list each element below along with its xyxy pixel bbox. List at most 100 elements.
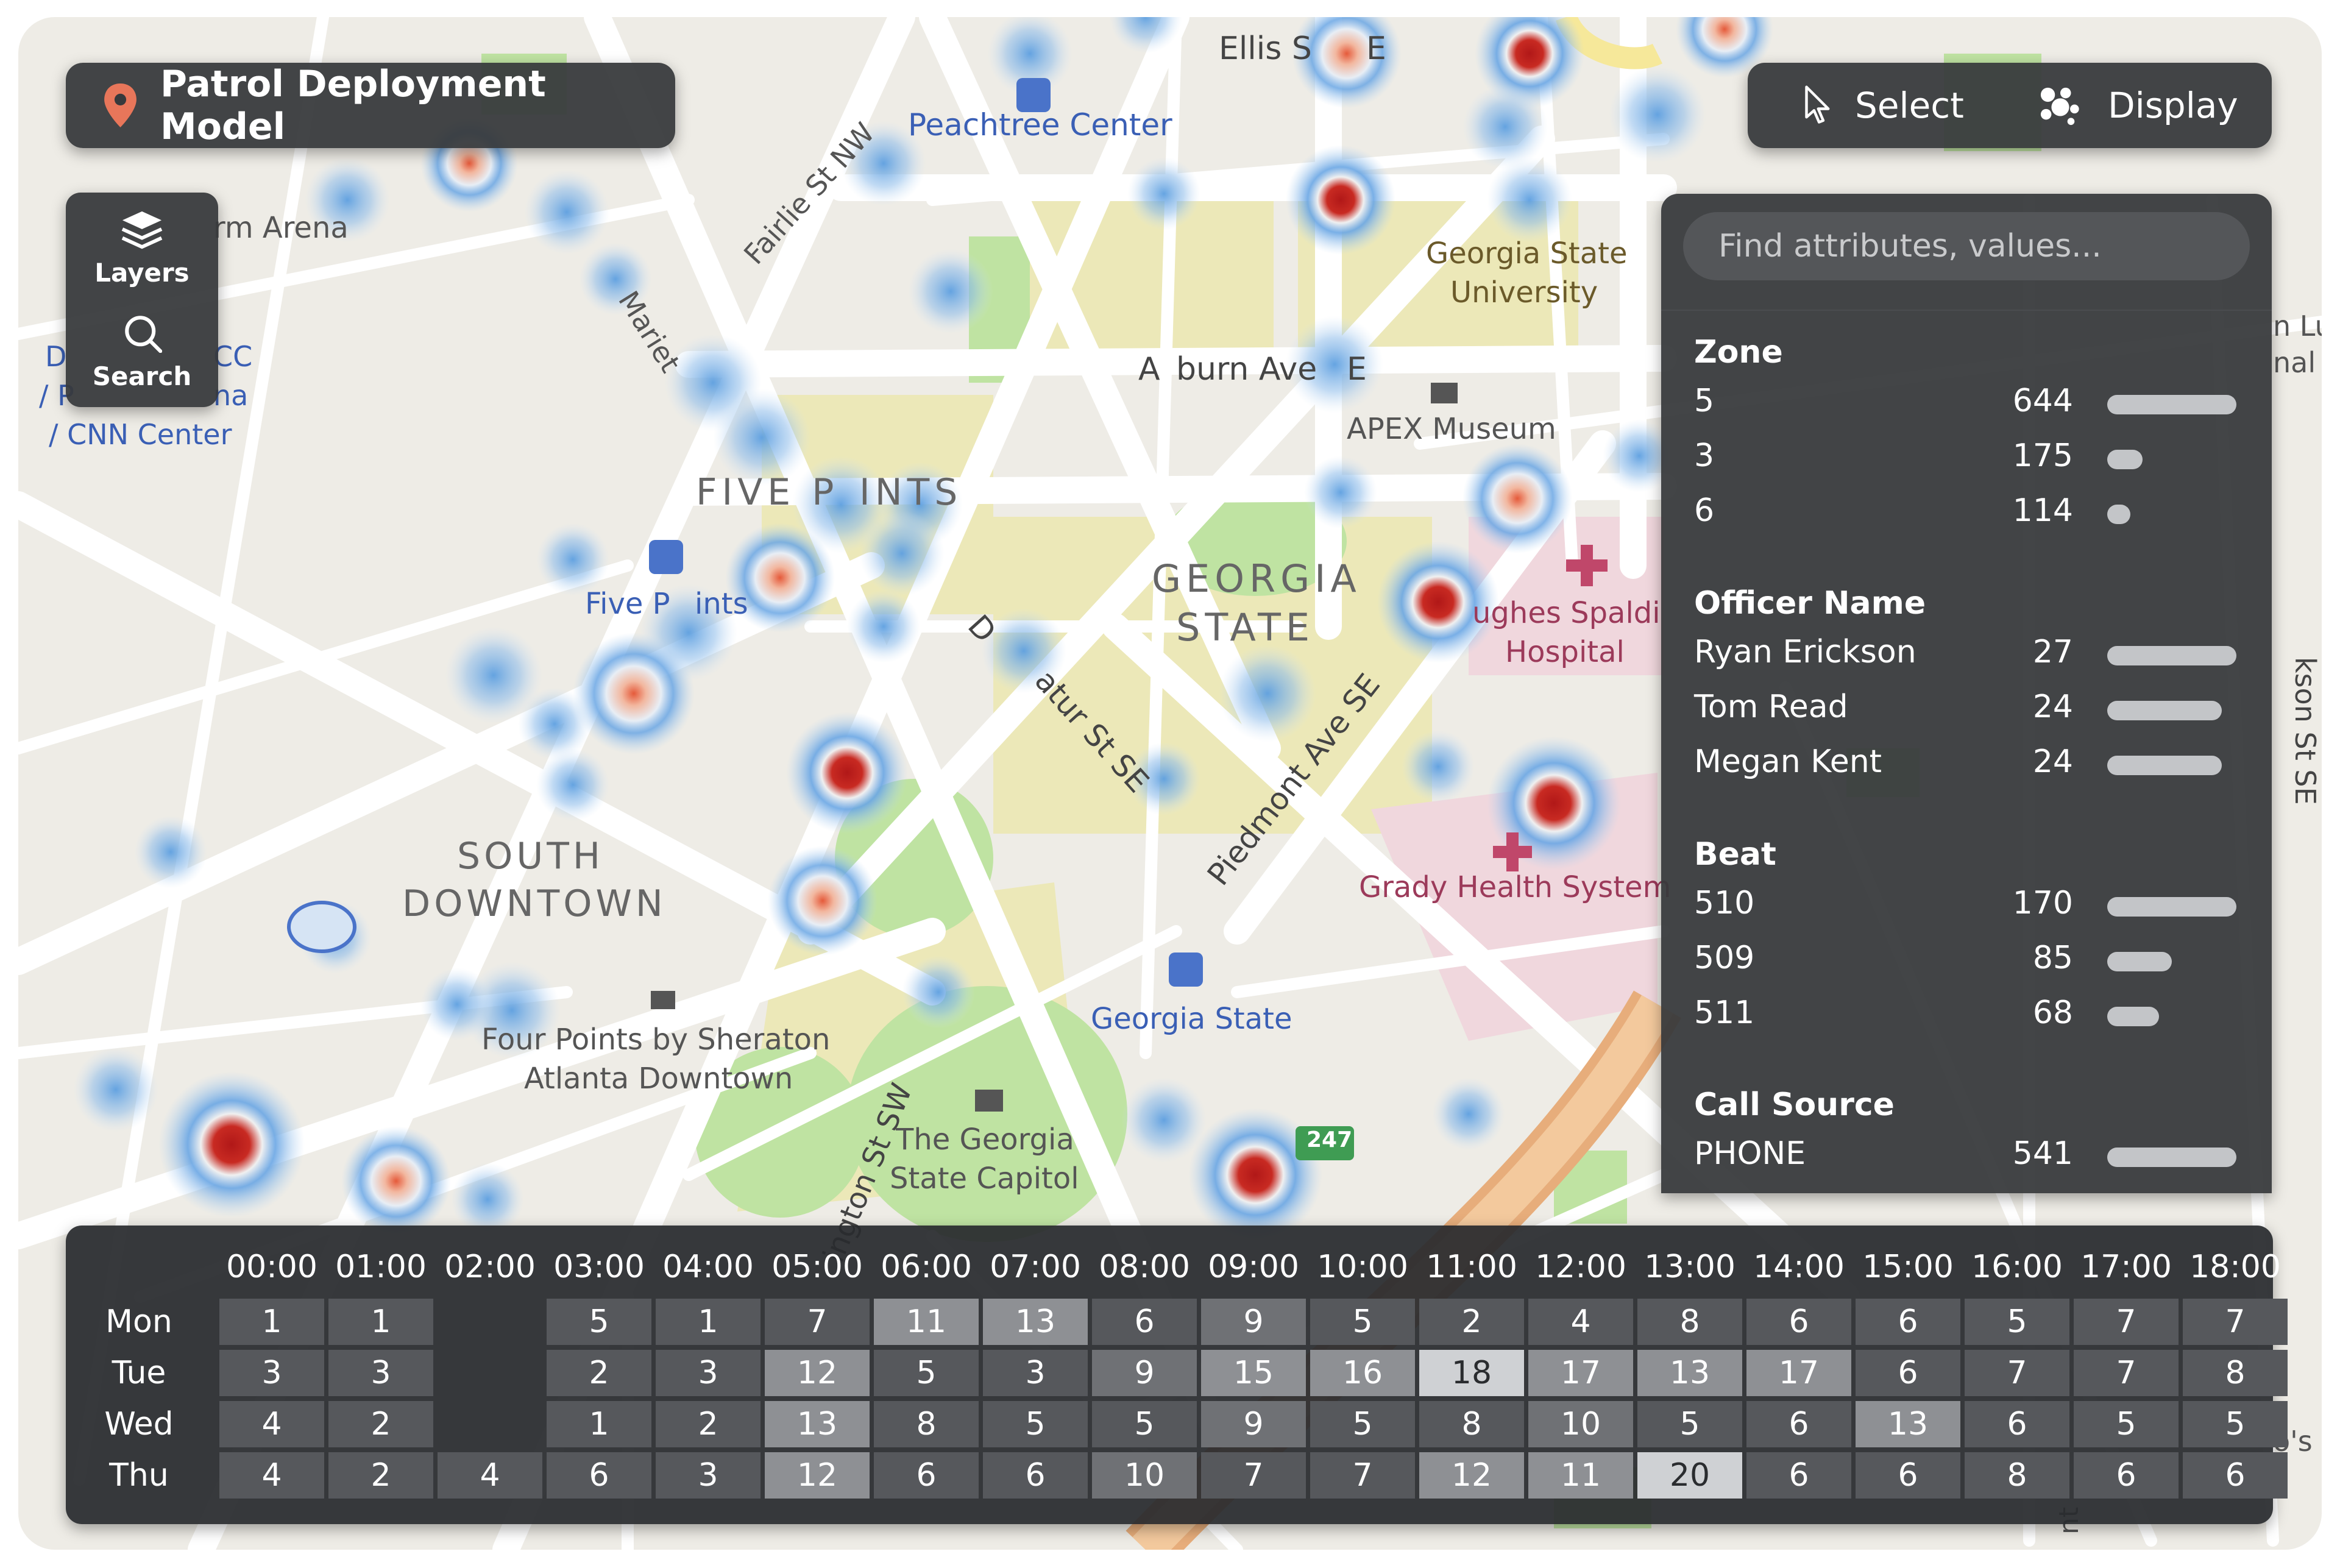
map-label-street: Ellis S <box>1219 30 1312 67</box>
heatmap-cell[interactable]: 6 <box>2183 1452 2288 1499</box>
heatmap-cell[interactable]: 9 <box>1201 1299 1306 1345</box>
attribute-value-row[interactable]: 5 644 <box>1694 383 2242 438</box>
heatmap-cell[interactable]: 6 <box>1965 1401 2069 1447</box>
hour-day-heatmap: 00:00 01:00 02:00 03:00 04:00 05:00 06:00 07:00… <box>66 1226 2288 1524</box>
heatmap-cell[interactable]: 9 <box>1092 1350 1197 1396</box>
heatmap-cell[interactable]: 11 <box>1528 1452 1633 1499</box>
select-button[interactable]: Select <box>1803 63 1964 148</box>
heatmap-cell[interactable]: 4 <box>1528 1299 1633 1345</box>
heatmap-cell[interactable]: 13 <box>983 1299 1088 1345</box>
heatmap-cell[interactable]: 12 <box>1419 1452 1524 1499</box>
heatmap-cell[interactable]: 12 <box>765 1350 870 1396</box>
heatmap-cell[interactable]: 11 <box>874 1299 979 1345</box>
heatmap-cell[interactable]: 3 <box>656 1452 760 1499</box>
heatmap-cell[interactable]: 1 <box>219 1299 324 1345</box>
heatmap-cell[interactable]: 3 <box>656 1350 760 1396</box>
heatmap-cell[interactable]: 7 <box>2074 1299 2179 1345</box>
attribute-value-row[interactable]: 511 68 <box>1694 995 2242 1049</box>
route-shield-label: 247 <box>1306 1127 1353 1152</box>
heatmap-cell[interactable]: 2 <box>656 1401 760 1447</box>
heatmap-cell[interactable]: 3 <box>219 1350 324 1396</box>
heatmap-hour-label: 18:00 <box>2189 1249 2281 1285</box>
heatmap-cell[interactable]: 5 <box>1310 1401 1415 1447</box>
heatmap-cell[interactable]: 6 <box>2074 1452 2179 1499</box>
heatmap-cell[interactable]: 7 <box>2183 1299 2288 1345</box>
heatmap-cell[interactable]: 6 <box>1746 1452 1851 1499</box>
heatmap-cell[interactable]: 7 <box>1310 1452 1415 1499</box>
heatmap-cell[interactable]: 8 <box>2183 1350 2288 1396</box>
attribute-value-row[interactable]: Ryan Erickson 27 <box>1694 634 2242 689</box>
map-label-place: APEX Museum <box>1347 412 1556 446</box>
heatmap-cell[interactable]: 5 <box>2074 1401 2179 1447</box>
attribute-value-row[interactable]: 3 175 <box>1694 438 2242 492</box>
map-label-hospital: ughes Spaldi <box>1472 596 1661 630</box>
heatmap-cell[interactable]: 8 <box>874 1401 979 1447</box>
heatmap-cell[interactable]: 5 <box>2183 1401 2288 1447</box>
heatmap-cell[interactable]: 6 <box>983 1452 1088 1499</box>
heatmap-cell[interactable]: 5 <box>1310 1299 1415 1345</box>
heatmap-cell[interactable]: 7 <box>765 1299 870 1345</box>
heatmap-cell[interactable]: 1 <box>656 1299 760 1345</box>
heatmap-cell[interactable]: 5 <box>1637 1401 1742 1447</box>
heatmap-cell[interactable]: 17 <box>1528 1350 1633 1396</box>
attribute-value-count: 114 <box>2012 492 2073 529</box>
heatmap-cell[interactable]: 6 <box>1856 1452 1960 1499</box>
heatmap-cell[interactable]: 6 <box>547 1452 651 1499</box>
heatmap-cell[interactable]: 13 <box>1856 1401 1960 1447</box>
heatmap-cell[interactable]: 6 <box>1092 1299 1197 1345</box>
attribute-value-row[interactable]: PHONE 541 <box>1694 1135 2242 1190</box>
heatmap-cell[interactable]: 6 <box>1856 1350 1960 1396</box>
heatmap-cell[interactable]: 4 <box>219 1452 324 1499</box>
heatmap-cell[interactable]: 20 <box>1637 1452 1742 1499</box>
heatmap-cell[interactable]: 5 <box>547 1299 651 1345</box>
heatmap-cell[interactable]: 10 <box>1528 1401 1633 1447</box>
layers-button[interactable]: Layers <box>66 196 218 300</box>
heatmap-cell[interactable]: 13 <box>1637 1350 1742 1396</box>
heatmap-cell[interactable]: 7 <box>1965 1350 2069 1396</box>
attribute-value-row[interactable]: 509 85 <box>1694 940 2242 995</box>
heatmap-cell[interactable]: 18 <box>1419 1350 1524 1396</box>
heatmap-cell[interactable]: 10 <box>1092 1452 1197 1499</box>
attribute-value-label: PHONE <box>1694 1135 1806 1172</box>
heatmap-cell[interactable]: 5 <box>1092 1401 1197 1447</box>
attribute-section: Officer Name Ryan Erickson 27 Tom Read 24 Meg… <box>1694 585 2242 798</box>
heatmap-cell[interactable]: 4 <box>438 1452 542 1499</box>
heatmap-cell[interactable]: 5 <box>983 1401 1088 1447</box>
heatmap-hour-label: 05:00 <box>771 1249 863 1285</box>
heatmap-cell[interactable]: 16 <box>1310 1350 1415 1396</box>
heatmap-cell[interactable]: 2 <box>547 1350 651 1396</box>
map-label-hospital: Grady Health System <box>1359 870 1672 904</box>
heatmap-cell[interactable]: 2 <box>1419 1299 1524 1345</box>
heatmap-cell[interactable]: 3 <box>328 1350 433 1396</box>
heatmap-cell[interactable]: 3 <box>983 1350 1088 1396</box>
heatmap-cell[interactable]: 2 <box>328 1401 433 1447</box>
heatmap-cell[interactable]: 6 <box>1746 1299 1851 1345</box>
heatmap-cell[interactable]: 7 <box>2074 1350 2179 1396</box>
heatmap-cell[interactable]: 9 <box>1201 1401 1306 1447</box>
heatmap-cell[interactable]: 5 <box>874 1350 979 1396</box>
heatmap-cell[interactable]: 13 <box>765 1401 870 1447</box>
attribute-value-row[interactable]: Megan Kent 24 <box>1694 743 2242 798</box>
heatmap-cell[interactable]: 1 <box>328 1299 433 1345</box>
heatmap-cell[interactable]: 17 <box>1746 1350 1851 1396</box>
attribute-value-row[interactable]: 510 170 <box>1694 885 2242 940</box>
heatmap-cell[interactable]: 5 <box>1965 1299 2069 1345</box>
heatmap-cell[interactable]: 4 <box>219 1401 324 1447</box>
heatmap-cell[interactable]: 2 <box>328 1452 433 1499</box>
heatmap-cell[interactable]: 8 <box>1965 1452 2069 1499</box>
heatmap-cell[interactable]: 1 <box>547 1401 651 1447</box>
display-button[interactable]: Display <box>2037 63 2238 148</box>
heatmap-cell[interactable]: 8 <box>1637 1299 1742 1345</box>
heatmap-cell[interactable]: 8 <box>1419 1401 1524 1447</box>
heatmap-cell[interactable]: 6 <box>1856 1299 1960 1345</box>
attribute-value-row[interactable]: Tom Read 24 <box>1694 689 2242 743</box>
search-button[interactable]: Search <box>66 300 218 403</box>
map-label-district: INTS <box>859 471 963 514</box>
attribute-value-row[interactable]: 6 114 <box>1694 492 2242 547</box>
heatmap-cell[interactable]: 7 <box>1201 1452 1306 1499</box>
heatmap-cell[interactable]: 6 <box>874 1452 979 1499</box>
heatmap-cell[interactable]: 6 <box>1746 1401 1851 1447</box>
heatmap-cell[interactable]: 15 <box>1201 1350 1306 1396</box>
heatmap-cell[interactable]: 12 <box>765 1452 870 1499</box>
attribute-search-input[interactable] <box>1717 227 2232 265</box>
